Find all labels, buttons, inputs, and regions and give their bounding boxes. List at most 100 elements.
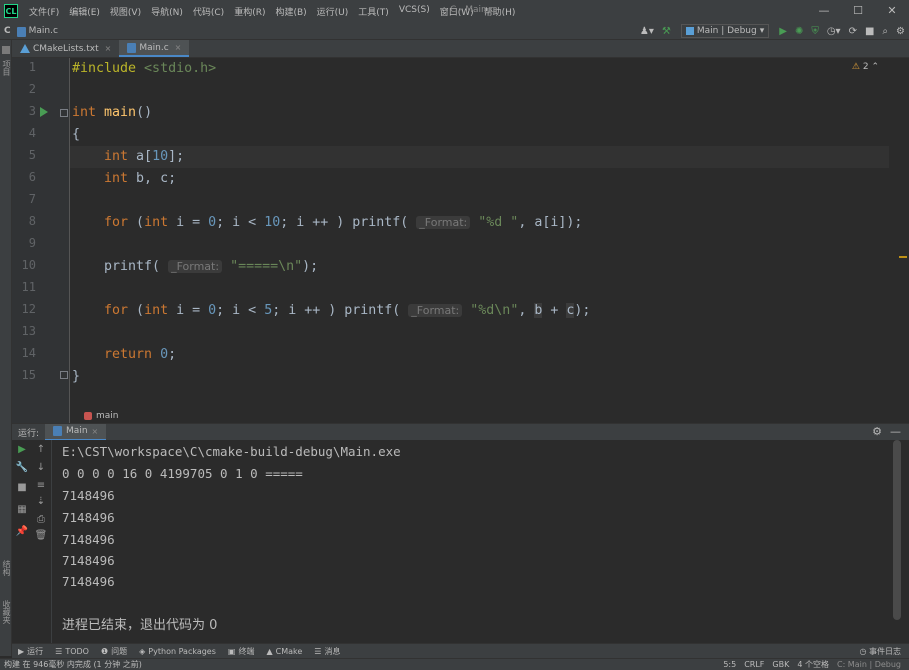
- print-icon[interactable]: ⎙: [34, 514, 48, 525]
- tool-tab-cmake[interactable]: ▲ CMake: [260, 647, 308, 656]
- line-number: 7: [28, 192, 36, 206]
- stop-icon[interactable]: ■: [861, 26, 878, 37]
- menu-edit[interactable]: 编辑(E): [64, 5, 105, 18]
- run-panel-actions: ⚙ —: [872, 425, 901, 438]
- settings-icon[interactable]: ⚙: [892, 26, 909, 37]
- line-number: 14: [21, 346, 36, 360]
- caret-position[interactable]: 5:5: [723, 659, 736, 670]
- trash-icon[interactable]: 🗑: [34, 530, 48, 541]
- code-editor[interactable]: 1 2 3 4 5 6 7 8 9 10 11 12 13 14 15 #inc…: [12, 58, 909, 423]
- close-tab-icon[interactable]: ×: [105, 40, 112, 58]
- tab-cmakelists[interactable]: CMakeLists.txt ×: [12, 40, 119, 57]
- line-number: 3: [28, 104, 36, 118]
- tool-tab-messages[interactable]: ☰ 消息: [308, 646, 346, 657]
- scroll-to-end-icon[interactable]: ⇣: [34, 496, 48, 507]
- window-controls: — ☐ ✕: [807, 0, 909, 22]
- menu-navigate[interactable]: 导航(N): [146, 5, 188, 18]
- app-logo-icon: CL: [4, 4, 18, 18]
- c-file-icon: [16, 26, 26, 37]
- console-scrollbar[interactable]: [893, 440, 901, 620]
- terminal-icon: ▣: [227, 646, 236, 656]
- menu-tools[interactable]: 工具(T): [353, 5, 394, 18]
- debug-icon[interactable]: ✺: [791, 26, 807, 37]
- event-log-button[interactable]: ◷ 事件日志: [859, 646, 901, 657]
- c-file-icon: [53, 426, 63, 436]
- editor-scrollbar[interactable]: [897, 58, 907, 423]
- up-arrow-icon[interactable]: ↑: [34, 444, 48, 455]
- layout-icon[interactable]: ▦: [15, 504, 29, 515]
- code-line-10: printf( _Format: "=====\n");: [72, 259, 319, 274]
- menu-vcs[interactable]: VCS(S): [394, 5, 435, 18]
- menu-refactor[interactable]: 重构(R): [229, 5, 270, 18]
- line-separator[interactable]: CRLF: [744, 659, 764, 670]
- c-file-icon: [127, 42, 137, 53]
- resolve-context[interactable]: C: Main | Debug: [837, 659, 901, 670]
- run-gutter-icon[interactable]: [40, 107, 48, 117]
- settings-icon[interactable]: ⚙: [872, 425, 882, 438]
- code-line-14: return 0;: [72, 347, 177, 362]
- indent-setting[interactable]: 4 个空格: [797, 659, 829, 670]
- fold-icon[interactable]: [60, 109, 68, 117]
- maximize-button[interactable]: ☐: [841, 0, 875, 22]
- wrench-icon[interactable]: 🔧: [15, 462, 29, 473]
- menu-view[interactable]: 视图(V): [105, 5, 146, 18]
- tool-tab-problems[interactable]: ❶ 问题: [95, 646, 133, 657]
- user-icon[interactable]: ♟▾: [636, 26, 658, 37]
- menu-code[interactable]: 代码(C): [188, 5, 229, 18]
- console-line: 7148496: [62, 553, 115, 568]
- nav-project[interactable]: C: [4, 26, 11, 36]
- soft-wrap-icon[interactable]: ≡: [34, 480, 48, 491]
- code-line-12: for (int i = 0; i < 5; i ++ ) printf( _F…: [72, 303, 591, 318]
- scroll-warning-marker[interactable]: [899, 256, 907, 258]
- run-config-select[interactable]: Main | Debug ▾: [680, 24, 770, 38]
- code-breadcrumb[interactable]: main: [84, 411, 119, 421]
- main-menu: 文件(F) 编辑(E) 视图(V) 导航(N) 代码(C) 重构(R) 构建(B…: [24, 5, 520, 18]
- attach-icon[interactable]: ⟳: [845, 26, 861, 37]
- pin-icon[interactable]: 📌: [15, 526, 29, 537]
- structure-tool-label[interactable]: 结构: [1, 560, 12, 576]
- close-tab-icon[interactable]: ×: [92, 423, 99, 440]
- status-right: 5:5 CRLF GBK 4 个空格 C: Main | Debug: [723, 659, 901, 670]
- close-window-button[interactable]: ✕: [875, 0, 909, 22]
- menu-file[interactable]: 文件(F): [24, 5, 64, 18]
- build-status[interactable]: 构建 在 946毫秒 内完成 (1 分钟 之前): [4, 659, 142, 670]
- tool-tab-terminal[interactable]: ▣ 终端: [222, 646, 261, 657]
- run-icon[interactable]: ▶: [775, 26, 791, 37]
- console-exit-line: 进程已结束，退出代码为 0: [62, 618, 218, 633]
- close-tab-icon[interactable]: ×: [175, 39, 182, 57]
- parameter-hint: _Format:: [168, 260, 223, 273]
- coverage-icon[interactable]: ⛨: [807, 26, 823, 37]
- file-encoding[interactable]: GBK: [772, 659, 789, 670]
- hide-panel-icon[interactable]: —: [890, 425, 901, 438]
- tab-label: CMakeLists.txt: [33, 43, 99, 54]
- profile-icon[interactable]: ◷▾: [823, 26, 845, 37]
- tool-tab-python-packages[interactable]: ◈ Python Packages: [133, 647, 222, 656]
- menu-run[interactable]: 运行(U): [312, 5, 354, 18]
- rerun-icon[interactable]: ▶: [15, 444, 29, 455]
- project-tool-label[interactable]: 项目: [1, 60, 12, 76]
- line-number: 1: [28, 60, 36, 74]
- stop-icon[interactable]: ■: [15, 482, 29, 493]
- build-hammer-icon[interactable]: ⚒: [658, 26, 675, 37]
- nav-file[interactable]: Main.c: [29, 26, 58, 36]
- parameter-hint: _Format:: [408, 304, 463, 317]
- code-line-6: int b, c;: [72, 171, 177, 186]
- run-console-output[interactable]: E:\CST\workspace\C\cmake-build-debug\Mai…: [52, 440, 897, 643]
- code-line-15: }: [72, 369, 81, 384]
- console-line: E:\CST\workspace\C\cmake-build-debug\Mai…: [62, 444, 401, 459]
- menu-build[interactable]: 构建(B): [270, 5, 311, 18]
- project-icon[interactable]: [2, 46, 10, 54]
- search-icon[interactable]: ⌕: [878, 26, 892, 37]
- warning-indicator[interactable]: ⚠ 2 ⌃: [852, 62, 879, 72]
- down-arrow-icon[interactable]: ↓: [34, 462, 48, 473]
- minimize-button[interactable]: —: [807, 0, 841, 22]
- tool-tab-todo[interactable]: ☰ TODO: [49, 647, 95, 656]
- fold-icon[interactable]: [60, 371, 68, 379]
- breadcrumb-function[interactable]: main: [96, 411, 119, 421]
- run-tab-main[interactable]: Main ×: [45, 423, 107, 441]
- tool-tab-run[interactable]: ▶ 运行: [12, 646, 49, 657]
- favorites-tool-label[interactable]: 收藏夹: [1, 600, 12, 624]
- tab-main-c[interactable]: Main.c ×: [119, 39, 190, 57]
- console-line: 7148496: [62, 574, 115, 589]
- warning-count: 2: [862, 62, 869, 72]
